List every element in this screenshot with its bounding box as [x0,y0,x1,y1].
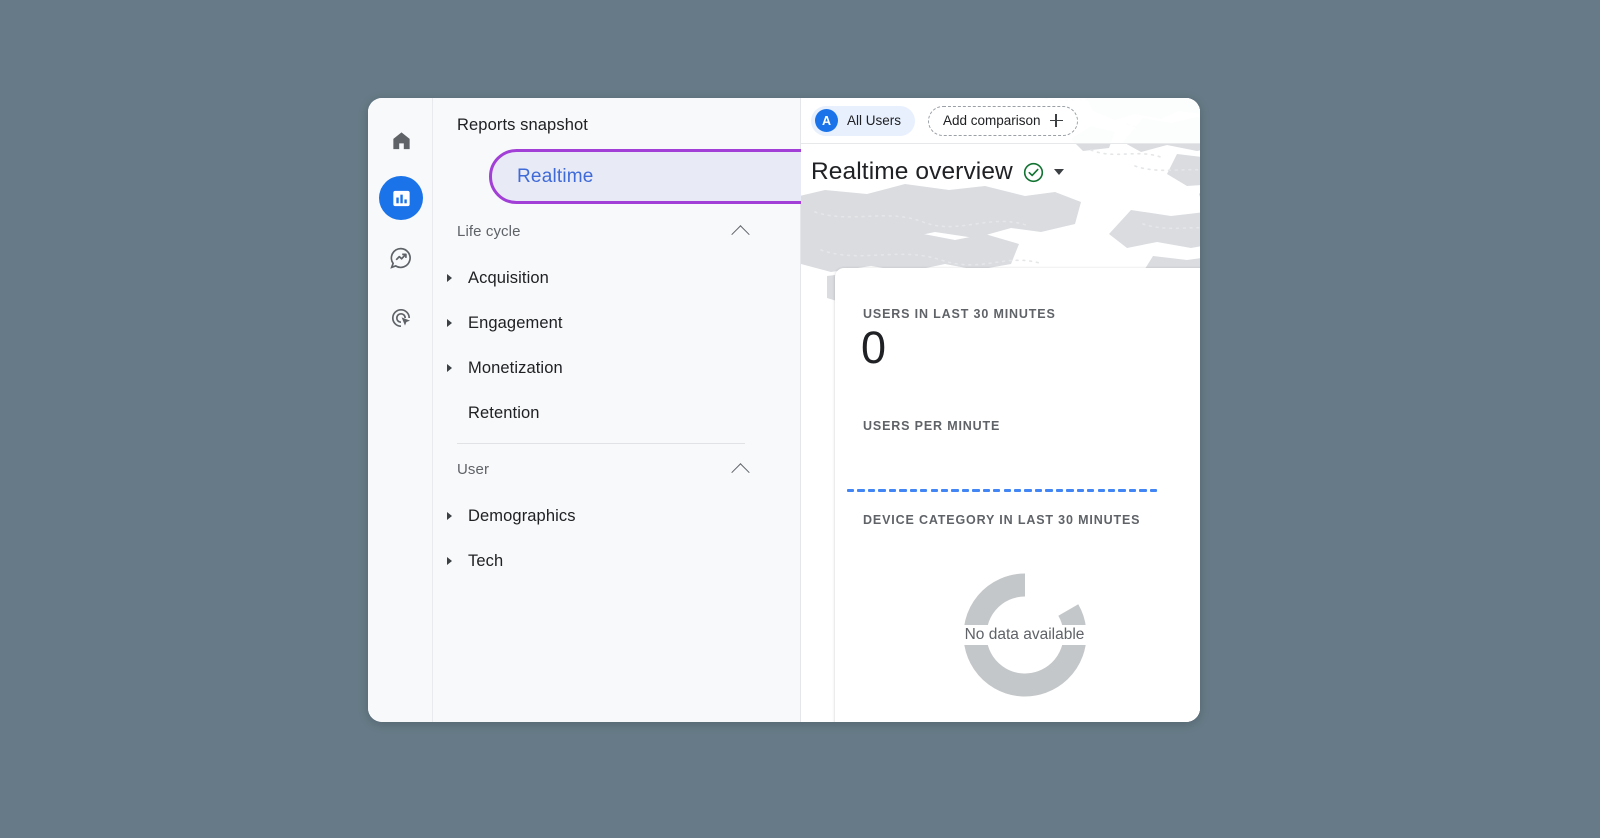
no-data-label: No data available [961,625,1089,645]
nav-divider [457,443,745,444]
users-last-30-min-label: USERS IN LAST 30 MINUTES [863,307,1056,321]
nav-item-demographics-label: Demographics [468,507,576,526]
chevron-right-icon [447,319,452,327]
users-per-minute-bar [857,489,864,492]
users-per-minute-bar [1077,489,1084,492]
analytics-app-window: Reports snapshot Realtime Life cycle Acq… [368,98,1200,722]
users-per-minute-bar [899,489,906,492]
page-title: Realtime overview [811,158,1013,186]
chevron-right-icon [447,364,452,372]
nav-item-realtime[interactable]: Realtime [489,149,849,204]
users-per-minute-bar [993,489,1000,492]
chevron-right-icon [447,274,452,282]
users-per-minute-chart [847,478,1157,492]
nav-item-tech-label: Tech [468,552,503,571]
users-per-minute-bar [1045,489,1052,492]
users-per-minute-bar [847,489,854,492]
users-per-minute-bar [1087,489,1094,492]
device-category-chart: No data available [835,540,1200,722]
nav-item-engagement[interactable]: Engagement [447,308,747,338]
nav-section-user[interactable]: User [457,461,747,478]
chevron-right-icon [447,512,452,520]
users-per-minute-bar [1056,489,1063,492]
users-per-minute-bar [889,489,896,492]
users-per-minute-bar [931,489,938,492]
users-per-minute-bar [1014,489,1021,492]
nav-section-user-label: User [457,461,489,478]
nav-section-life-cycle[interactable]: Life cycle [457,223,747,240]
users-per-minute-bar [1118,489,1125,492]
page-title-row: Realtime overview [811,158,1064,186]
bar-chart-icon [390,187,413,210]
users-per-minute-bar [1150,489,1157,492]
rail-item-home[interactable] [379,118,423,162]
nav-item-reports-snapshot[interactable]: Reports snapshot [457,116,588,135]
users-per-minute-bar [1108,489,1115,492]
all-users-label: All Users [847,113,901,128]
verified-check-icon [1022,161,1045,184]
users-per-minute-label: USERS PER MINUTE [863,419,1000,433]
screen: Reports snapshot Realtime Life cycle Acq… [0,0,1600,838]
home-icon [390,129,413,152]
users-per-minute-bar [941,489,948,492]
users-last-30-min-value: 0 [861,322,886,374]
nav-item-tech[interactable]: Tech [447,546,747,576]
users-per-minute-bar [1139,489,1146,492]
users-per-minute-bar [1035,489,1042,492]
realtime-overview-card: USERS IN LAST 30 MINUTES 0 USERS PER MIN… [835,268,1200,722]
explore-icon [389,246,413,270]
advertising-target-icon [389,306,413,330]
nav-item-retention-label: Retention [468,404,540,423]
users-per-minute-bar [878,489,885,492]
nav-item-engagement-label: Engagement [468,314,563,333]
icon-rail [368,98,433,722]
nav-item-demographics[interactable]: Demographics [447,501,747,531]
nav-item-monetization[interactable]: Monetization [447,353,747,383]
nav-item-acquisition-label: Acquisition [468,269,549,288]
users-per-minute-bar [868,489,875,492]
chevron-up-icon [731,225,749,243]
nav-item-monetization-label: Monetization [468,359,563,378]
all-users-segment-chip[interactable]: A All Users [811,106,915,136]
chevron-up-icon [731,463,749,481]
donut-ring: No data available [963,573,1087,697]
add-comparison-button[interactable]: Add comparison [928,106,1078,136]
users-per-minute-bar [1024,489,1031,492]
chevron-down-icon[interactable] [1054,169,1064,175]
users-per-minute-bar [910,489,917,492]
users-per-minute-bar [1066,489,1073,492]
rail-item-explore[interactable] [379,236,423,280]
chevron-right-icon [447,557,452,565]
users-per-minute-bar [972,489,979,492]
nav-item-acquisition[interactable]: Acquisition [447,263,747,293]
reports-nav-panel: Reports snapshot Realtime Life cycle Acq… [433,98,801,722]
add-comparison-label: Add comparison [943,113,1041,128]
nav-section-life-cycle-label: Life cycle [457,223,521,240]
nav-item-retention[interactable]: Retention [447,398,747,428]
device-category-label: DEVICE CATEGORY IN LAST 30 MINUTES [863,513,1140,527]
nav-item-realtime-label: Realtime [517,166,594,188]
users-per-minute-bar [920,489,927,492]
rail-item-advertising[interactable] [379,296,423,340]
users-per-minute-bar [983,489,990,492]
users-per-minute-bar [1098,489,1105,492]
avatar: A [815,109,838,132]
users-per-minute-bar [962,489,969,492]
report-content-area: A All Users Add comparison Realtime over… [801,98,1200,722]
rail-item-reports[interactable] [379,176,423,220]
plus-icon [1050,114,1063,127]
users-per-minute-bar [951,489,958,492]
users-per-minute-bar [1004,489,1011,492]
users-per-minute-bar [1129,489,1136,492]
comparison-bar: A All Users Add comparison [801,98,1200,144]
